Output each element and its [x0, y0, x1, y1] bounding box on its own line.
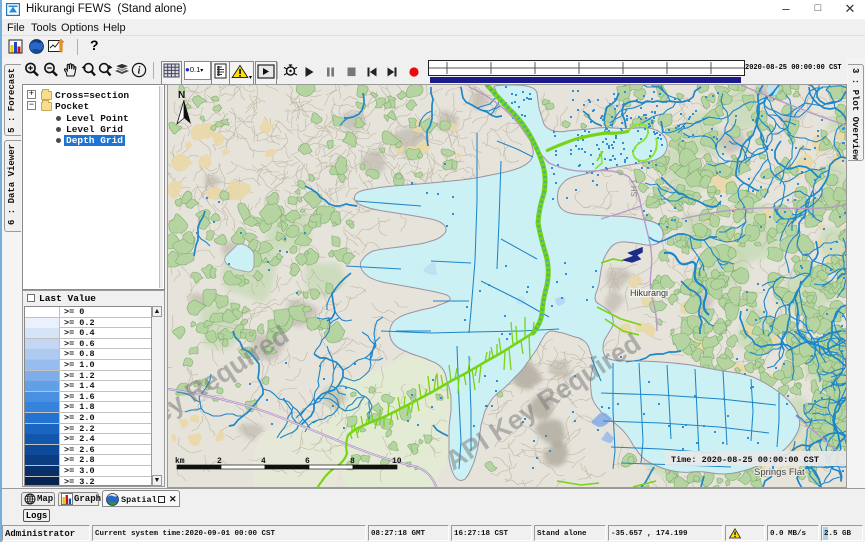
svg-text:N: N: [178, 90, 185, 101]
svg-text:Time: 2020-08-25 00:00:00 CST: Time: 2020-08-25 00:00:00 CST: [671, 455, 819, 465]
svg-text:Springs Flat: Springs Flat: [754, 467, 805, 478]
svg-text:10: 10: [392, 457, 402, 466]
svg-text:6: 6: [305, 457, 310, 466]
svg-text:i: i: [138, 66, 141, 77]
svg-text:Hikurangi: Hikurangi: [630, 288, 668, 298]
svg-text:km: km: [175, 457, 185, 466]
svg-text:4: 4: [261, 457, 266, 466]
svg-text:8: 8: [350, 457, 355, 466]
svg-text:2: 2: [217, 457, 222, 466]
svg-text:SH 1: SH 1: [630, 179, 639, 197]
